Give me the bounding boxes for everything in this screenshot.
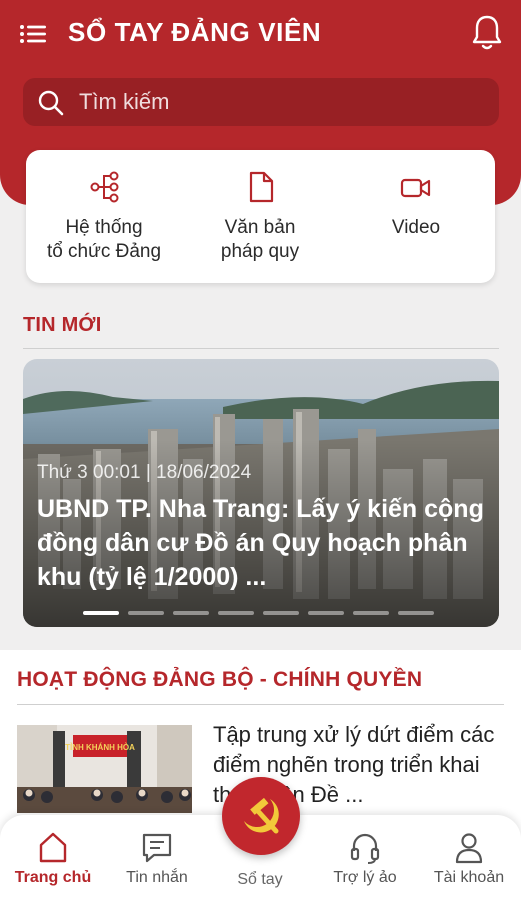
nav-label: Tin nhắn [126,869,188,886]
nav-messages[interactable]: Tin nhắn [105,815,209,900]
section-title-latest-news: TIN MỚI [23,314,102,336]
app-title: SỔ TAY ĐẢNG VIÊN [68,17,322,47]
message-icon [142,833,172,863]
hammer-sickle-icon [244,797,279,834]
document-icon [249,171,274,203]
nav-label: Trang chủ [14,869,92,886]
section-divider [17,704,504,705]
quick-link-label: Văn bản pháp quy [220,217,300,262]
search-input[interactable] [79,78,479,126]
nav-handbook-button[interactable] [222,777,300,855]
section-title-activities: HOẠT ĐỘNG ĐẢNG BỘ - CHÍNH QUYỀN [17,668,423,691]
video-icon [400,178,431,198]
nav-label: Trợ lý ảo [333,869,397,886]
search-icon [38,90,64,116]
quick-link-label: Video [391,217,441,238]
quick-link-org-structure[interactable]: Hệ thống tổ chức Đảng [26,150,182,283]
carousel-dot[interactable] [308,611,344,615]
carousel-dot[interactable] [353,611,389,615]
home-icon [39,832,67,863]
headset-icon [350,833,380,864]
org-structure-icon [90,171,119,203]
featured-news-title: UBND TP. Nha Trang: Lấy ý kiến cộng đồng… [37,495,484,591]
nav-home[interactable]: Trang chủ [1,815,105,900]
quick-link-legal-documents[interactable]: Văn bản pháp quy [182,150,338,283]
menu-icon[interactable] [20,24,46,44]
nav-label: Tài khoản [433,869,505,886]
carousel-dot[interactable] [263,611,299,615]
quick-link-video[interactable]: Video [338,150,494,283]
quick-links-card: Hệ thống tổ chức Đảng Văn bản pháp quy V… [26,150,495,283]
nav-label: Sổ tay [237,871,283,888]
featured-news-date: Thứ 3 00:01 | 18/06/2024 [37,462,252,483]
carousel-dot[interactable] [398,611,434,615]
featured-news-card[interactable]: Thứ 3 00:01 | 18/06/2024 UBND TP. Nha Tr… [23,359,499,627]
carousel-dot[interactable] [173,611,209,615]
carousel-dot[interactable] [218,611,254,615]
search-bar[interactable] [23,78,499,126]
user-icon [455,833,483,864]
news-thumbnail-image: TỈNH KHÁNH HÒA [17,725,192,813]
carousel-dot[interactable] [83,611,119,615]
bell-icon[interactable] [471,14,503,52]
quick-link-label: Hệ thống tổ chức Đảng [46,217,162,262]
nav-account[interactable]: Tài khoản [417,815,521,900]
section-divider [23,348,499,349]
thumbnail-sign-text: TỈNH KHÁNH HÒA [65,743,135,752]
carousel-indicator[interactable] [83,611,443,615]
carousel-dot[interactable] [128,611,164,615]
news-thumbnail[interactable]: TỈNH KHÁNH HÒA [17,725,192,813]
nav-virtual-assistant[interactable]: Trợ lý ảo [313,815,417,900]
